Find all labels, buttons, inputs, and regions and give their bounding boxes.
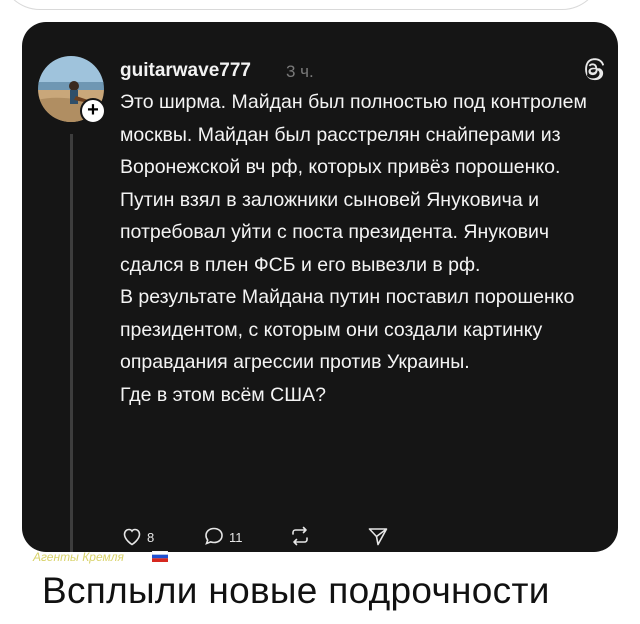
heart-icon <box>123 528 141 546</box>
repost-button[interactable] <box>288 524 314 550</box>
post-paragraph: Это ширма. Майдан был полностью под конт… <box>120 91 587 276</box>
repost-icon <box>292 526 308 546</box>
watermark-text: Агенты Кремля <box>33 550 124 564</box>
comment-count: 11 <box>229 530 243 545</box>
username[interactable]: guitarwave777 <box>120 60 251 82</box>
thread-line <box>70 134 73 552</box>
previous-card-edge <box>0 0 602 10</box>
like-count: 8 <box>147 530 155 545</box>
post-paragraph: Где в этом всём США? <box>120 383 326 406</box>
post-actions: 8 11 <box>120 524 440 550</box>
russia-flag-icon <box>152 551 168 562</box>
post-text: Это ширма. Майдан был полностью под конт… <box>120 86 600 411</box>
caption-text: Всплыли новые подрочности <box>42 570 550 611</box>
follow-plus-icon[interactable]: + <box>80 98 106 124</box>
threads-post-card: + guitarwave777 3 ч. Это ширма. Майдан б… <box>22 22 618 552</box>
threads-logo-icon[interactable] <box>581 57 605 81</box>
comment-bubble-icon <box>205 527 223 545</box>
post-paragraph: В результате Майдана путин поставил поро… <box>120 286 575 373</box>
send-icon <box>368 528 388 546</box>
share-button[interactable] <box>366 524 392 550</box>
post-timestamp: 3 ч. <box>286 62 314 81</box>
